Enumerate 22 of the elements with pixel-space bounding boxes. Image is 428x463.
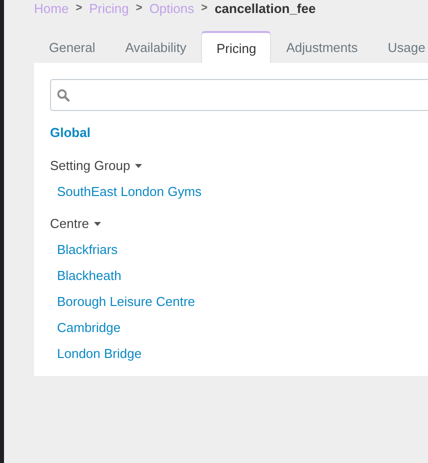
- global-link[interactable]: Global: [50, 125, 428, 141]
- group-toggle[interactable]: Setting Group: [50, 158, 142, 174]
- tab[interactable]: Usage: [372, 32, 428, 63]
- group-toggle[interactable]: Centre: [50, 216, 102, 232]
- list-link[interactable]: Blackfriars: [57, 242, 118, 258]
- breadcrumb-current: cancellation_fee: [214, 2, 316, 14]
- list-link[interactable]: London Bridge: [57, 346, 142, 362]
- list-link[interactable]: Borough Leisure Centre: [57, 294, 196, 310]
- list-link[interactable]: Blackheath: [57, 268, 122, 284]
- search-icon: [57, 88, 70, 102]
- list-link[interactable]: SouthEast London Gyms: [57, 184, 202, 200]
- breadcrumb-separator: >: [201, 2, 208, 14]
- breadcrumb-separator: >: [136, 2, 142, 14]
- tab[interactable]: Availability: [110, 32, 202, 63]
- tab[interactable]: Pricing: [201, 31, 272, 63]
- search-field[interactable]: [50, 79, 428, 111]
- tab[interactable]: Adjustments: [271, 32, 373, 63]
- list-link[interactable]: Cambridge: [57, 320, 121, 336]
- caret-icon: [94, 222, 102, 226]
- breadcrumb-separator: >: [76, 2, 82, 14]
- tab[interactable]: General: [34, 32, 110, 63]
- caret-icon: [135, 164, 142, 168]
